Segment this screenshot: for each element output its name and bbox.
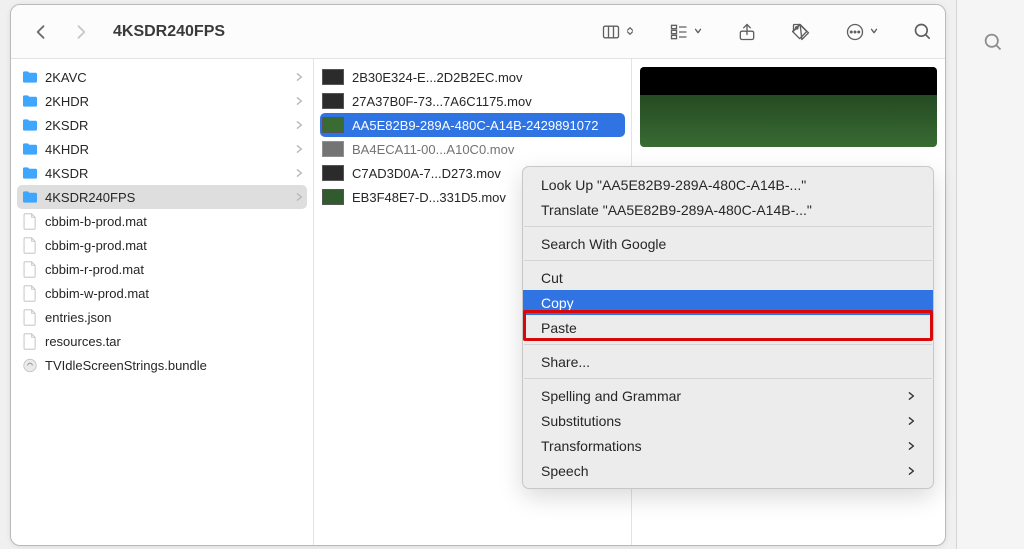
ctx-share[interactable]: Share... (523, 349, 933, 374)
video-thumb-icon (322, 189, 344, 205)
context-menu: Look Up "AA5E82B9-289A-480C-A14B-..." Tr… (522, 166, 934, 489)
item-label: 4KSDR240FPS (41, 190, 295, 205)
item-label: 2KHDR (41, 94, 295, 109)
ctx-paste[interactable]: Paste (523, 315, 933, 340)
toolbar: 4KSDR240FPS (11, 5, 945, 59)
video-thumb-icon (322, 69, 344, 85)
item-label: resources.tar (41, 334, 303, 349)
ctx-spelling-grammar[interactable]: Spelling and Grammar (523, 383, 933, 408)
chevron-right-icon (907, 463, 915, 479)
file-icon (19, 213, 41, 230)
sidebar-item[interactable]: cbbim-w-prod.mat (11, 281, 313, 305)
file-item[interactable]: 2B30E324-E...2D2B2EC.mov (314, 65, 631, 89)
chevron-right-icon (295, 118, 303, 133)
video-thumb-icon (322, 93, 344, 109)
window-title: 4KSDR240FPS (113, 23, 225, 41)
folder-icon (19, 94, 41, 108)
chevron-right-icon (907, 413, 915, 429)
view-columns-button[interactable] (601, 22, 635, 42)
item-label: cbbim-g-prod.mat (41, 238, 303, 253)
ctx-copy[interactable]: Copy (523, 290, 933, 315)
ctx-cut[interactable]: Cut (523, 265, 933, 290)
file-item[interactable]: BA4ECA11-00...A10C0.mov (314, 137, 631, 161)
sidebar-item[interactable]: 4KSDR240FPS (17, 185, 307, 209)
file-icon (19, 333, 41, 350)
chevron-right-icon (295, 166, 303, 181)
file-item[interactable]: AA5E82B9-289A-480C-A14B-2429891072 (320, 113, 625, 137)
sidebar-item[interactable]: cbbim-g-prod.mat (11, 233, 313, 257)
bundle-icon (19, 357, 41, 374)
search-button[interactable] (913, 22, 933, 42)
file-name: 2B30E324-E...2D2B2EC.mov (344, 70, 621, 85)
file-name: AA5E82B9-289A-480C-A14B-2429891072 (344, 118, 621, 133)
chevron-right-icon (295, 190, 303, 205)
file-icon (19, 285, 41, 302)
chevron-right-icon (295, 94, 303, 109)
separator (524, 344, 932, 345)
sidebar-item[interactable]: 2KHDR (11, 89, 313, 113)
folder-icon (19, 190, 41, 204)
item-label: 2KAVC (41, 70, 295, 85)
item-label: cbbim-b-prod.mat (41, 214, 303, 229)
separator (524, 226, 932, 227)
ctx-translate[interactable]: Translate "AA5E82B9-289A-480C-A14B-..." (523, 197, 933, 222)
sidebar-item[interactable]: cbbim-b-prod.mat (11, 209, 313, 233)
folder-icon (19, 70, 41, 84)
item-label: 4KSDR (41, 166, 295, 181)
video-thumb-icon (322, 117, 344, 133)
sidebar-item[interactable]: resources.tar (11, 329, 313, 353)
video-thumb-icon (322, 141, 344, 157)
sidebar-item[interactable]: 2KSDR (11, 113, 313, 137)
ctx-substitutions[interactable]: Substitutions (523, 408, 933, 433)
folder-icon (19, 142, 41, 156)
back-button[interactable] (31, 22, 51, 42)
item-label: 2KSDR (41, 118, 295, 133)
item-label: cbbim-r-prod.mat (41, 262, 303, 277)
file-item[interactable]: 27A37B0F-73...7A6C1175.mov (314, 89, 631, 113)
file-icon (19, 309, 41, 326)
separator (524, 260, 932, 261)
sidebar-item[interactable]: TVIdleScreenStrings.bundle (11, 353, 313, 377)
group-button[interactable] (669, 22, 703, 42)
ctx-transformations[interactable]: Transformations (523, 433, 933, 458)
search-icon[interactable] (983, 32, 1004, 58)
sidebar-item[interactable]: 4KHDR (11, 137, 313, 161)
sidebar-item[interactable]: 2KAVC (11, 65, 313, 89)
chevron-right-icon (295, 70, 303, 85)
ctx-search-google[interactable]: Search With Google (523, 231, 933, 256)
file-name: 27A37B0F-73...7A6C1175.mov (344, 94, 621, 109)
folder-icon (19, 166, 41, 180)
ctx-lookup[interactable]: Look Up "AA5E82B9-289A-480C-A14B-..." (523, 172, 933, 197)
file-icon (19, 261, 41, 278)
file-icon (19, 237, 41, 254)
item-label: 4KHDR (41, 142, 295, 157)
item-label: entries.json (41, 310, 303, 325)
separator (524, 378, 932, 379)
video-thumb-icon (322, 165, 344, 181)
folder-icon (19, 118, 41, 132)
chevron-right-icon (907, 438, 915, 454)
sidebar-item[interactable]: 4KSDR (11, 161, 313, 185)
sidebar-column: 2KAVC 2KHDR 2KSDR 4KHDR 4KSDR 4KSDR240FPS cbbi… (11, 59, 314, 545)
forward-button[interactable] (71, 22, 91, 42)
item-label: TVIdleScreenStrings.bundle (41, 358, 303, 373)
sidebar-item[interactable]: entries.json (11, 305, 313, 329)
preview-thumbnail (640, 67, 937, 147)
chevron-right-icon (907, 388, 915, 404)
item-label: cbbim-w-prod.mat (41, 286, 303, 301)
file-name: BA4ECA11-00...A10C0.mov (344, 142, 621, 157)
background-window (956, 0, 1024, 549)
more-button[interactable] (845, 22, 879, 42)
tags-button[interactable] (791, 22, 811, 42)
chevron-right-icon (295, 142, 303, 157)
ctx-speech[interactable]: Speech (523, 458, 933, 483)
sidebar-item[interactable]: cbbim-r-prod.mat (11, 257, 313, 281)
share-button[interactable] (737, 22, 757, 42)
